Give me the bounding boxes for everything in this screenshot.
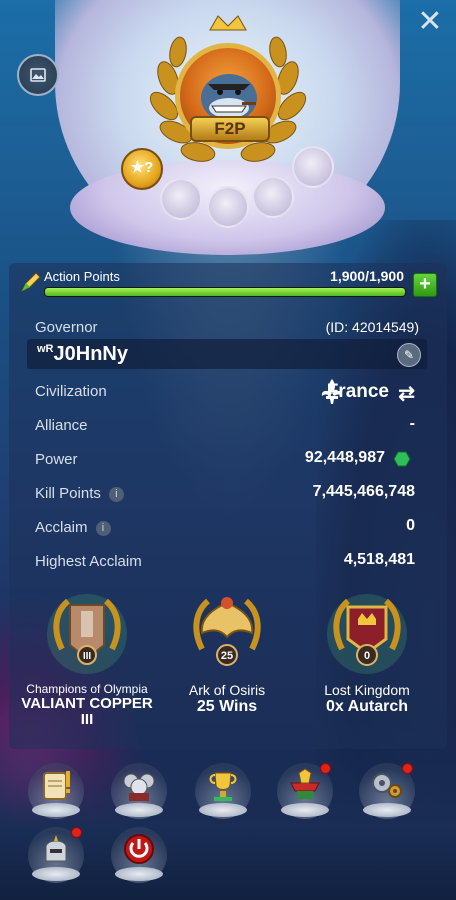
- medal-title: Ark of Osiris: [188, 682, 266, 698]
- notification-dot: [320, 763, 331, 774]
- medal-title: Lost Kingdom: [324, 682, 410, 698]
- osiris-emblem-text: 25: [221, 650, 233, 662]
- settings-gears-icon: [372, 773, 402, 798]
- olympia-emblem-text: III: [83, 651, 92, 662]
- highest-acclaim-row: Highest Acclaim 4,518,481: [9, 545, 447, 579]
- photo-button[interactable]: [17, 54, 59, 96]
- alliance-label: Alliance: [35, 417, 88, 434]
- action-points-value: 1,900/1,900: [330, 268, 404, 284]
- medal-subtitle: 25 Wins: [196, 698, 258, 715]
- governor-avatar[interactable]: F2P: [140, 8, 316, 178]
- f2p-badge: F2P: [190, 116, 270, 142]
- governor-name-box: wRJ0HnNy ✎: [27, 339, 427, 369]
- alliance-row: Alliance -: [9, 409, 447, 443]
- action-points-bar: [44, 287, 406, 297]
- photo-icon: [30, 68, 46, 82]
- action-points-fill: [45, 288, 405, 296]
- medal-lost-kingdom[interactable]: 0 Lost Kingdom 0x Autarch: [297, 581, 437, 746]
- notification-dot: [402, 763, 413, 774]
- acclaim-value: 0: [406, 517, 415, 534]
- star-title-slot[interactable]: ★?: [121, 148, 163, 190]
- banner-icon: [290, 768, 320, 799]
- title-slot-empty[interactable]: [292, 146, 334, 188]
- medal-champions-of-olympia[interactable]: III Champions of Olympia VALIANT COPPER …: [17, 581, 157, 746]
- olympia-medal-icon: III: [47, 594, 127, 674]
- power-row: Power 92,448,987: [9, 443, 447, 477]
- close-icon[interactable]: ✕: [414, 6, 446, 38]
- kill-points-info-icon[interactable]: i: [108, 487, 124, 502]
- governor-name-text: J0HnNy: [53, 343, 128, 365]
- trophy-icon: [209, 772, 237, 801]
- notification-dot: [71, 827, 82, 838]
- governor-name-prefix: wR: [37, 343, 54, 355]
- osiris-medal-icon: 25: [193, 597, 261, 666]
- highest-acclaim-value: 4,518,481: [343, 551, 415, 568]
- lost-kingdom-medal-icon: 0: [327, 594, 407, 674]
- settings-button[interactable]: [359, 763, 415, 819]
- civilization-label: Civilization: [35, 383, 107, 400]
- governor-info-panel: Action Points 1,900/1,900 + Governor (ID…: [9, 263, 447, 749]
- highest-acclaim-label: Highest Acclaim: [35, 553, 142, 570]
- power-gem-icon[interactable]: [393, 451, 411, 467]
- action-points-label: Action Points: [44, 269, 120, 284]
- medal-subtitle: VALIANT COPPER III: [21, 695, 153, 728]
- kill-points-label: Kill Points i: [35, 485, 124, 502]
- kill-points-value: 7,445,466,748: [312, 483, 415, 500]
- kill-points-row: Kill Points i 7,445,466,748: [9, 477, 447, 511]
- title-slot-empty[interactable]: [207, 186, 249, 228]
- achievements-button[interactable]: [277, 763, 333, 819]
- medal-subtitle: 0x Autarch: [325, 698, 409, 715]
- commanders-icon: [123, 773, 155, 801]
- commanders-button[interactable]: [111, 763, 167, 819]
- change-civilization-icon[interactable]: ⇄: [398, 381, 415, 406]
- acclaim-row: Acclaim i 0: [9, 511, 447, 545]
- alliance-value: -: [409, 415, 415, 432]
- governor-id: (ID: 42014549): [325, 319, 419, 335]
- title-slot-empty[interactable]: [252, 176, 294, 218]
- medal-ark-of-osiris[interactable]: 25 Ark of Osiris 25 Wins: [157, 581, 297, 746]
- civilization-row: Civilization France ⇄: [9, 375, 447, 409]
- action-points-icon: [20, 272, 41, 293]
- acclaim-label: Acclaim i: [35, 519, 111, 536]
- medals-row: III Champions of Olympia VALIANT COPPER …: [9, 581, 447, 746]
- logout-button[interactable]: [111, 827, 167, 883]
- acclaim-info-icon[interactable]: i: [95, 521, 111, 536]
- acclaim-label-text: Acclaim: [35, 519, 88, 536]
- add-action-points-button[interactable]: +: [413, 273, 437, 297]
- helmet-icon: [45, 835, 67, 862]
- kill-points-label-text: Kill Points: [35, 485, 101, 502]
- power-value: 92,448,987: [304, 449, 385, 466]
- title-slot-empty[interactable]: [160, 178, 202, 220]
- civilization-value: France: [326, 381, 389, 402]
- lost-kingdom-emblem-text: 0: [364, 650, 370, 662]
- rankings-button[interactable]: [195, 763, 251, 819]
- scroll-icon: [43, 771, 70, 800]
- scroll-button[interactable]: [28, 763, 84, 819]
- action-points-row: Action Points 1,900/1,900 +: [9, 263, 447, 303]
- governor-label: Governor: [35, 319, 98, 336]
- power-icon: [124, 834, 154, 864]
- edit-name-icon[interactable]: ✎: [397, 343, 421, 367]
- governor-name: wRJ0HnNy: [37, 343, 128, 366]
- helmet-button[interactable]: [28, 827, 84, 883]
- power-label: Power: [35, 451, 78, 468]
